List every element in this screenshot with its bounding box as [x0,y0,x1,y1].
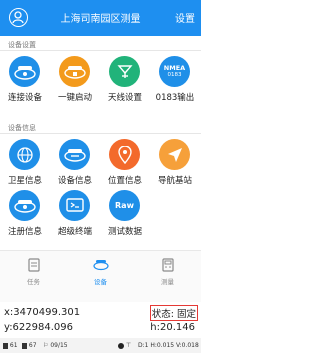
satellite-count-1: 61 [3,342,18,349]
nav-tab-device[interactable]: 设备 [67,257,134,286]
status-date: ⚐ 09/15 [43,342,68,349]
nav-label-measure: 测量 [161,278,174,286]
nmea-output-button[interactable]: NMEA 0183 0183输出 [150,54,200,120]
signal-icon [3,342,8,349]
nmea-output-icon: NMEA 0183 [159,56,190,87]
nav-label-task: 任务 [27,278,40,286]
registration-info-label: 注册信息 [7,227,42,237]
coordinate-y: y:622984.096 [4,322,73,333]
nav-tab-task[interactable]: 任务 [0,257,67,286]
section-label-device-settings: 设备设置 [8,41,36,49]
calendar-icon: ⚐ [43,342,49,349]
nmea-output-label: 0183输出 [155,93,195,103]
navigation-base-icon [159,139,190,170]
page-title: 上海司南园区测量 [60,14,141,25]
quick-start-icon [59,56,90,87]
connect-device-button[interactable]: 连接设备 [0,54,50,120]
location-info-label: 位置信息 [107,176,142,186]
connect-device-icon [9,56,40,87]
measure-icon [160,257,176,273]
task-icon [26,257,42,273]
antenna-icon: ⊤ [125,342,132,349]
raw-data-button[interactable]: Raw 测试数据 [100,188,150,254]
nmea-icon-subtext: 0183 [167,71,182,78]
bottom-nav: 任务 设备 测量 [0,250,201,302]
sat1-value: 61 [9,342,18,349]
device-info-icon [59,139,90,170]
settings-button[interactable]: 设置 [175,10,195,25]
date-value: 09/15 [50,342,68,349]
satellite-info-label: 卫星信息 [7,176,42,186]
raw-data-label: 测试数据 [107,227,142,237]
nav-tab-measure[interactable]: 测量 [134,257,201,286]
navigation-base-label: 导航基站 [157,176,192,186]
device-settings-grid: 连接设备 一键启动 天线设置 NMEA 0183 0183输出 [0,54,201,120]
coordinate-h: h:20.146 [150,322,195,333]
record-icon [118,342,124,349]
terminal-label: 超级终端 [57,227,92,237]
divider [0,50,201,51]
terminal-button[interactable]: 超级终端 [50,188,100,254]
quick-start-label: 一键启动 [57,93,92,103]
status-bar: 61 67 ⚐ 09/15 ⊤ D:1 H:0.015 V:0.018 [0,338,201,353]
sat2-value: 67 [28,342,37,349]
raw-icon-text: Raw [115,201,134,210]
antenna-settings-button[interactable]: 天线设置 [100,54,150,120]
divider [0,133,201,134]
fix-status-badge: 状态: 固定 [149,305,198,321]
nmea-icon-text: NMEA [163,63,186,72]
section-label-device-info: 设备信息 [8,124,36,132]
record-indicator: ⊤ [118,342,131,349]
registration-info-button[interactable]: 注册信息 [0,188,50,254]
antenna-settings-icon [109,56,140,87]
device-info-label: 设备信息 [57,176,92,186]
raw-data-icon: Raw [109,190,140,221]
app-header: 上海司南园区测量 设置 [0,0,201,36]
coordinate-x: x:3470499.301 [4,307,81,318]
coordinate-panel: x:3470499.301 y:622984.096 状态: 固定 h:20.1… [0,304,201,338]
connect-device-label: 连接设备 [7,93,42,103]
antenna-settings-label: 天线设置 [107,93,142,103]
device-info-grid-row2: 注册信息 超级终端 Raw 测试数据 [0,188,201,254]
registration-info-icon [9,190,40,221]
satellite-count-2: 67 [22,342,37,349]
satellite-info-icon [9,139,40,170]
nav-label-device: 设备 [94,278,107,286]
quick-start-button[interactable]: 一键启动 [50,54,100,120]
signal-icon [22,342,27,349]
location-info-icon [109,139,140,170]
precision-info: D:1 H:0.015 V:0.018 [138,342,199,349]
terminal-icon [59,190,90,221]
device-icon [92,257,109,273]
